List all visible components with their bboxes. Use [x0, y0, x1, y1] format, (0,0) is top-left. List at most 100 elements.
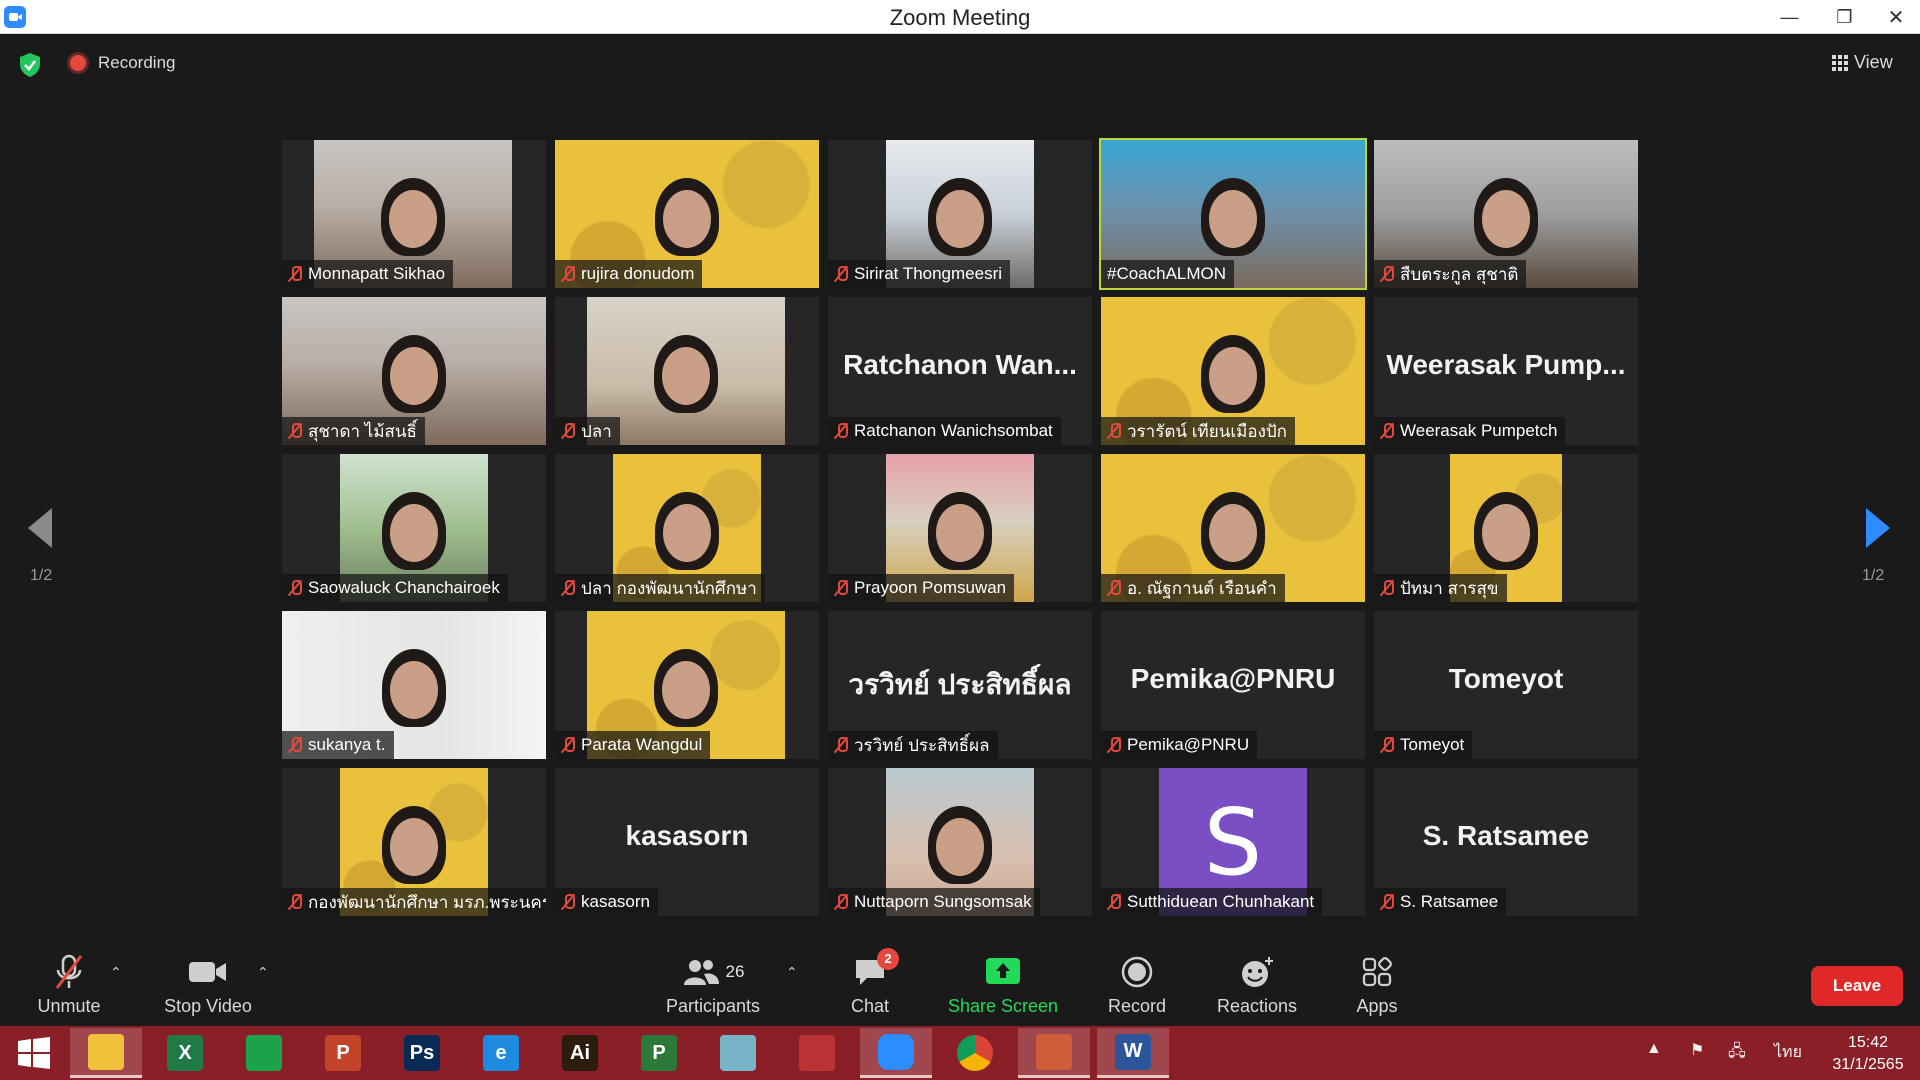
taskbar-illustrator-button[interactable]: Ai — [544, 1028, 616, 1078]
taskbar-powerpoint-button[interactable]: P — [307, 1028, 379, 1078]
next-page-arrow-icon[interactable] — [1866, 508, 1890, 548]
participant-name: Parata Wangdul — [581, 735, 703, 754]
participant-face — [390, 504, 438, 562]
microphone-muted-icon — [561, 736, 575, 754]
participant-face — [662, 661, 710, 719]
show-hidden-icons-chevron-icon[interactable]: ▲ — [1646, 1040, 1662, 1058]
participant-name-label: S. Ratsamee — [1374, 888, 1507, 916]
audio-options-chevron-icon[interactable]: ⌃ — [110, 964, 122, 981]
unmute-button[interactable]: Unmute — [4, 952, 134, 1017]
apps-button[interactable]: Apps — [1312, 952, 1442, 1017]
participant-tile[interactable]: rujira donudom — [555, 140, 819, 288]
participant-tile[interactable]: Ratchanon Wan... Ratchanon Wanichsombat — [828, 297, 1092, 445]
microphone-muted-icon — [288, 265, 302, 283]
taskbar-powerpoint-viewer-button[interactable] — [1018, 1028, 1090, 1078]
recording-label[interactable]: Recording — [98, 53, 176, 73]
participant-tile[interactable]: Monnapatt Sikhao — [282, 140, 546, 288]
participant-tile[interactable]: S Sutthiduean Chunhakant — [1101, 768, 1365, 916]
participant-face — [662, 347, 710, 405]
participant-tile[interactable]: #CoachALMON — [1099, 138, 1367, 290]
language-indicator[interactable]: ไทย — [1774, 1040, 1802, 1065]
taskbar-store-button[interactable] — [228, 1028, 300, 1078]
participant-tile[interactable]: kasasorn kasasorn — [555, 768, 819, 916]
participant-name-placeholder: Ratchanon Wan... — [843, 349, 1077, 380]
participant-tile[interactable]: สืบตระกูล สุชาติ — [1374, 140, 1638, 288]
microphone-muted-icon — [561, 893, 575, 911]
participant-face — [936, 504, 984, 562]
participant-tile[interactable]: Weerasak Pump... Weerasak Pumpetch — [1374, 297, 1638, 445]
participant-name-label: Tomeyot — [1374, 731, 1473, 759]
participant-face — [663, 190, 711, 248]
participant-name: kasasorn — [581, 892, 650, 911]
participant-name: rujira donudom — [581, 264, 695, 283]
participant-name: ปลา — [581, 421, 612, 441]
taskbar-excel-button[interactable]: X — [149, 1028, 221, 1078]
page-indicator-left: 1/2 — [30, 567, 53, 584]
participant-tile[interactable]: S. Ratsamee S. Ratsamee — [1374, 768, 1638, 916]
participant-name-label: sukanya t. — [282, 731, 394, 759]
participant-tile[interactable]: Saowaluck Chanchairoek — [282, 454, 546, 602]
participant-tile[interactable]: วรวิทย์ ประสิทธิ์ผล วรวิทย์ ประสิทธิ์ผล — [828, 611, 1092, 759]
participant-tile[interactable]: ปัทมา สารสุข — [1374, 454, 1638, 602]
participant-name-label: Sutthiduean Chunhakant — [1101, 888, 1323, 916]
store-icon — [246, 1035, 282, 1071]
participant-tile[interactable]: ปลา — [555, 297, 819, 445]
participant-tile[interactable]: ปลา กองพัฒนานักศึกษา — [555, 454, 819, 602]
minimize-button[interactable]: — — [1762, 0, 1817, 34]
taskbar-photoscape-button[interactable] — [781, 1028, 853, 1078]
participant-name-label: วรวิทย์ ประสิทธิ์ผล — [828, 731, 998, 759]
participant-tile[interactable]: Parata Wangdul — [555, 611, 819, 759]
taskbar-file-explorer-button[interactable] — [70, 1028, 142, 1078]
record-button[interactable]: Record — [1072, 952, 1202, 1017]
microphone-muted-icon — [1380, 579, 1394, 597]
reactions-button[interactable]: Reactions — [1192, 952, 1322, 1017]
participant-tile[interactable]: Prayoon Pomsuwan — [828, 454, 1092, 602]
taskbar-zoom-button[interactable] — [860, 1028, 932, 1078]
photoshop-icon: Ps — [404, 1035, 440, 1071]
microphone-muted-icon — [561, 265, 575, 283]
participant-tile[interactable]: sukanya t. — [282, 611, 546, 759]
taskbar-internet-explorer-button[interactable]: e — [465, 1028, 537, 1078]
previous-page-arrow-icon[interactable] — [28, 508, 52, 548]
participants-button[interactable]: 26 Participants — [647, 952, 779, 1017]
participant-name: sukanya t. — [308, 735, 386, 754]
participant-name: Sutthiduean Chunhakant — [1127, 892, 1315, 911]
action-center-flag-icon[interactable]: ⚑ — [1690, 1040, 1704, 1060]
microphone-muted-icon — [1380, 736, 1394, 754]
participant-tile[interactable]: Pemika@PNRU Pemika@PNRU — [1101, 611, 1365, 759]
leave-meeting-button[interactable]: Leave — [1811, 966, 1903, 1006]
window-title: Zoom Meeting — [889, 5, 1031, 30]
view-button[interactable]: View — [1832, 52, 1893, 73]
participant-tile[interactable]: Sirirat Thongmeesri — [828, 140, 1092, 288]
taskbar-notes-button[interactable] — [702, 1028, 774, 1078]
participant-tile[interactable]: Tomeyot Tomeyot — [1374, 611, 1638, 759]
page-indicator-right: 1/2 — [1862, 567, 1885, 584]
chat-button[interactable]: 2 Chat — [805, 948, 935, 1017]
participant-tile[interactable]: กองพัฒนานักศึกษา มรภ.พระนคร — [282, 768, 546, 916]
participant-name-label: ปลา — [555, 417, 620, 445]
microphone-muted-icon — [1107, 736, 1121, 754]
stop-video-button[interactable]: Stop Video — [143, 952, 273, 1017]
maximize-button[interactable]: ❐ — [1817, 0, 1872, 34]
taskbar-word-button[interactable]: W — [1097, 1028, 1169, 1078]
taskbar-clock[interactable]: 15:42 31/1/2565 — [1820, 1032, 1916, 1076]
participant-face — [1482, 190, 1530, 248]
encryption-shield-icon[interactable] — [18, 52, 42, 78]
share-screen-button[interactable]: Share Screen — [938, 952, 1068, 1017]
taskbar-project-button[interactable]: P — [623, 1028, 695, 1078]
video-options-chevron-icon[interactable]: ⌃ — [257, 964, 269, 981]
taskbar-chrome-button[interactable] — [939, 1028, 1011, 1078]
participant-tile[interactable]: สุชาดา ไม้สนธิ์ — [282, 297, 546, 445]
microphone-muted-icon — [1107, 893, 1121, 911]
participant-tile[interactable]: วรารัตน์ เทียนเมืองปัก — [1101, 297, 1365, 445]
participant-name-label: กองพัฒนานักศึกษา มรภ.พระนคร — [282, 888, 546, 916]
participant-tile[interactable]: อ. ณัฐกานต์ เรือนคำ — [1101, 454, 1365, 602]
network-icon[interactable]: 🖧 — [1728, 1040, 1746, 1067]
windows-start-button[interactable] — [0, 1028, 68, 1078]
participant-tile[interactable]: Nuttaporn Sungsomsak — [828, 768, 1092, 916]
close-button[interactable]: ✕ — [1872, 0, 1920, 34]
taskbar-photoshop-button[interactable]: Ps — [386, 1028, 458, 1078]
participants-options-chevron-icon[interactable]: ⌃ — [786, 964, 798, 981]
share-screen-icon — [986, 958, 1020, 984]
participant-face — [390, 661, 438, 719]
